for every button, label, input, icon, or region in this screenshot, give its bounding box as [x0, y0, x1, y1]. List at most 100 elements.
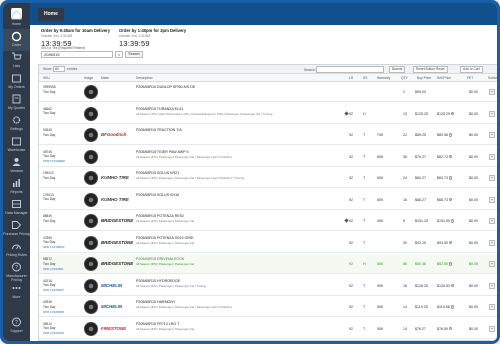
- column-header-fet[interactable]: FET: [467, 76, 473, 80]
- info-icon[interactable]: i: [449, 326, 453, 331]
- sidebar-item-warehouse[interactable]: Warehouse: [3, 134, 30, 156]
- tire-description[interactable]: P205/65R15 SOLUS KH16: [136, 193, 346, 197]
- sidebar-item-manufacturer-pricing[interactable]: ? Manufacturer Pricing: [3, 260, 30, 282]
- column-header-make[interactable]: Make: [101, 76, 109, 80]
- speed-rating: T: [363, 154, 366, 159]
- clear-button[interactable]: ×: [115, 51, 123, 58]
- sidebar-item-order[interactable]: Order: [3, 29, 30, 51]
- subtotal: $0.00: [469, 305, 478, 309]
- column-header-sku[interactable]: SKU: [43, 76, 50, 80]
- sidebar-item-home[interactable]: Home: [3, 8, 30, 30]
- add-row-button[interactable]: +: [489, 132, 495, 138]
- sidebar-item-data-manager[interactable]: Data Manager: [3, 197, 30, 219]
- sidebar-item-support[interactable]: ? Support: [3, 315, 30, 337]
- tire-description[interactable]: P205/65R15 POTENZA RE92: [136, 214, 346, 218]
- column-header-buy-price[interactable]: Buy Price: [417, 76, 431, 80]
- add-to-cart-button[interactable]: Add to Cart: [460, 66, 483, 73]
- column-header-description[interactable]: Description: [136, 76, 153, 80]
- table-row[interactable]: 94540 Two Day BFGoodrich P205/65R15 TRACTIO…: [39, 125, 497, 145]
- tire-description[interactable]: P205/65R15 DRIVEMA ECO6: [136, 257, 346, 261]
- table-row[interactable]: 46662 Two Day P205/65R15 TURANZA EL41 All S…: [39, 104, 497, 124]
- add-row-button[interactable]: +: [489, 196, 495, 203]
- info-icon[interactable]: i: [450, 305, 455, 309]
- spr-link[interactable]: SPR 1X704ME8: [43, 159, 65, 163]
- table-row[interactable]: 98572 Two Day SPR 1X3X2RN BRIDGESTONE P205/6…: [39, 254, 497, 274]
- description-cell: P205/65R15 TRACTION T/A: [136, 128, 346, 133]
- sidebar-item-lists[interactable]: Lists: [3, 50, 30, 72]
- table-row[interactable]: 195412 Two Day KUMHO TIRE P205/65R15 SOLUS …: [39, 168, 497, 188]
- tire-description[interactable]: P205/65R15 TRACTION T/A: [136, 128, 346, 132]
- spr-link[interactable]: SPR 1X3X0845: [43, 310, 64, 314]
- sidebar-item-pricing-rules[interactable]: Pricing Rules: [3, 239, 30, 261]
- spr-link[interactable]: SPR 1X3X2RN: [43, 267, 63, 271]
- add-row-button[interactable]: +: [489, 325, 495, 332]
- sidebar-item-my-orders[interactable]: My Orders: [3, 71, 30, 93]
- table-row[interactable]: 48745 Two Day SPR 1X704ME8 P205/65R15 TIGER…: [39, 147, 497, 167]
- tire-description[interactable]: P205/65R15 TURANZA EL41: [136, 107, 346, 111]
- description-cell: P205/65R15 SOLUS KH16: [136, 193, 346, 198]
- table-row[interactable]: 40936 Two Day SPR 1X3X0845 MICHELIN P205/65R…: [39, 297, 497, 317]
- tire-description[interactable]: P205/65R15 TIGER PAW AWP II: [136, 150, 346, 154]
- info-icon[interactable]: i: [449, 176, 453, 180]
- tire-description[interactable]: P205/65R15 DUNLOP SP/60 A/S DE: [136, 85, 346, 89]
- add-row-button[interactable]: +: [489, 239, 495, 246]
- table-search-input[interactable]: Search:: [304, 66, 384, 73]
- sidebar-item-my-quotes[interactable]: My Quotes: [3, 92, 30, 114]
- tire-description[interactable]: P205/65R15 POTENZA G019 GRID: [136, 236, 346, 240]
- info-icon[interactable]: i: [449, 262, 453, 266]
- tire-description[interactable]: P205/65R15 FR710 LRG T: [136, 322, 346, 326]
- add-row-button[interactable]: +: [489, 261, 495, 267]
- add-row-button[interactable]: +: [489, 175, 495, 181]
- reset-button[interactable]: Reset Button Reset: [413, 66, 448, 73]
- spr-link[interactable]: SPR 1X3X2622: [43, 331, 64, 335]
- column-header-warranty[interactable]: Warranty: [377, 76, 390, 80]
- table-row[interactable]: 099959A Two Day P205/65R15 DUNLOP SP/60 A/…: [39, 82, 497, 102]
- table-row[interactable]: 88849 Two Day BRIDGESTONE P205/65R15 POTENZ…: [39, 211, 497, 231]
- search-button[interactable]: Search: [125, 51, 143, 58]
- add-row-button[interactable]: +: [489, 282, 495, 289]
- sku-number: 98572: [43, 257, 52, 261]
- tire-description[interactable]: P205/65R15 SOLUS KR21: [136, 171, 346, 175]
- add-row-button[interactable]: +: [489, 153, 495, 160]
- sidebar-item-reports[interactable]: Reports: [3, 176, 30, 198]
- entries-select[interactable]: All: [53, 66, 65, 72]
- column-header-ss[interactable]: SS: [363, 76, 367, 80]
- tire-features: All Season (6/5) | Passenger | Passenger…: [136, 305, 233, 309]
- sidebar-item-settings[interactable]: Settings: [3, 113, 30, 135]
- table-row[interactable]: 175013 Two Day KUMHO TIRE P205/65R15 SOLUS …: [39, 190, 497, 210]
- add-row-button[interactable]: +: [489, 304, 495, 310]
- sidebar-item-more[interactable]: More: [3, 281, 30, 303]
- tire-description[interactable]: P205/65R15 HYDROEDGE: [136, 279, 346, 283]
- column-header-lr[interactable]: LR: [349, 76, 353, 80]
- column-header-image[interactable]: Image: [84, 76, 93, 80]
- info-icon[interactable]: i: [451, 111, 455, 116]
- delivery-days: Two Day: [43, 326, 56, 331]
- column-header-sell-price[interactable]: Sell Price: [437, 76, 451, 80]
- delivery-days: Two Day: [43, 111, 56, 116]
- info-icon[interactable]: i: [449, 240, 453, 245]
- spr-link[interactable]: SPR 1X3X0817: [43, 288, 64, 292]
- sidebar-item-purchase-pricing[interactable]: Purchase Pricing: [3, 218, 30, 240]
- add-row-button[interactable]: +: [489, 110, 495, 117]
- tire-description[interactable]: P205/65R15 HARMONY: [136, 300, 346, 304]
- table-row[interactable]: 36514 Two Day SPR 1X3X2622 FIRESTONE P205/65…: [39, 319, 497, 339]
- sku-search-input[interactable]: 2056515: [41, 51, 113, 58]
- info-icon[interactable]: i: [449, 197, 453, 202]
- table-row[interactable]: 40216 Two Day SPR 1X3X0817 MICHELIN P205/65R…: [39, 276, 497, 296]
- add-row-button[interactable]: +: [489, 218, 495, 224]
- info-icon[interactable]: i: [451, 283, 455, 288]
- spr-link[interactable]: SPR 1X2785PR: [43, 245, 65, 249]
- warranty: 70K: [377, 133, 384, 137]
- subtotal: $0.00: [469, 283, 478, 288]
- home-tab[interactable]: Home: [38, 8, 64, 21]
- add-row-button[interactable]: +: [489, 89, 495, 95]
- column-header-qty[interactable]: QTY: [401, 76, 408, 80]
- info-icon[interactable]: i: [451, 219, 455, 223]
- column-header-subtotal[interactable]: Subtotal: [488, 76, 497, 80]
- sidebar-item-vendors[interactable]: Vendors: [3, 155, 30, 177]
- info-icon[interactable]: i: [449, 154, 453, 159]
- brands-button[interactable]: Brands: [389, 66, 406, 73]
- info-icon[interactable]: i: [449, 133, 453, 137]
- table-row[interactable]: 47859 Two Day SPR 1X2785PR BRIDGESTONE P205/…: [39, 233, 497, 253]
- delivery-days: Two Day: [43, 261, 56, 266]
